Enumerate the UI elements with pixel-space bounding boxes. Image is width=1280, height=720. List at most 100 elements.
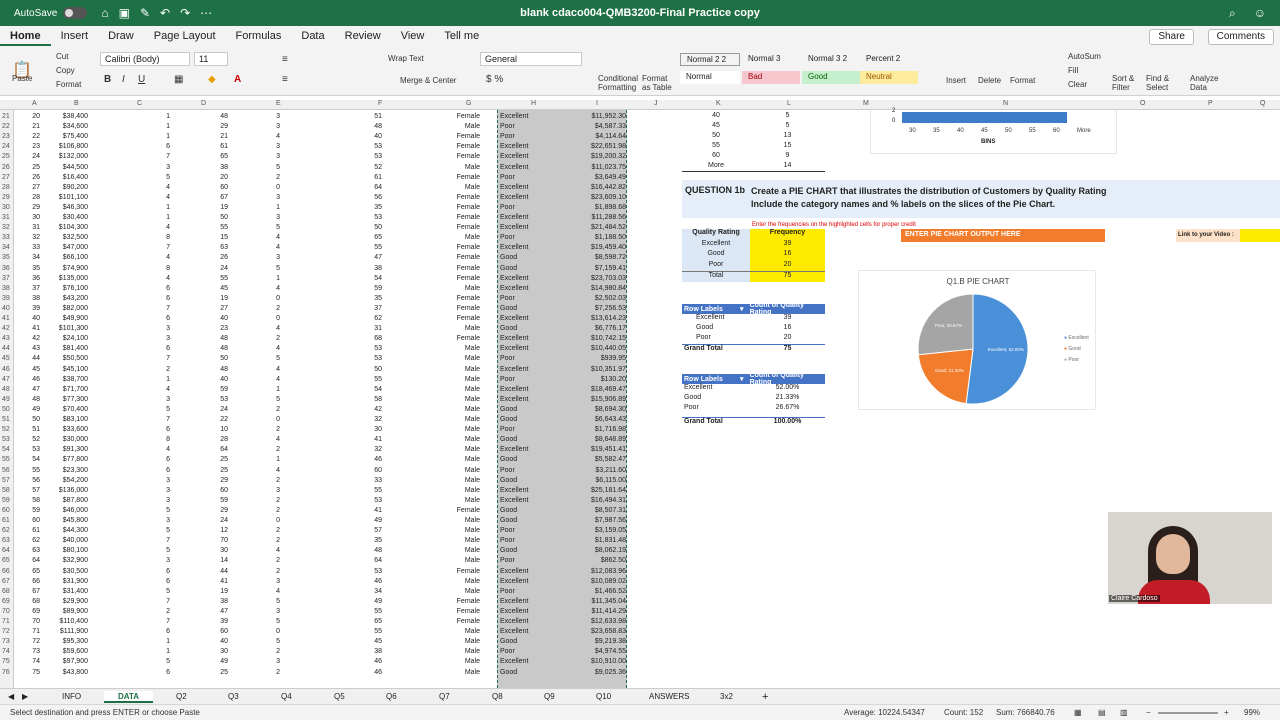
- cell[interactable]: $22,651.98: [560, 142, 626, 152]
- cell[interactable]: $43,800: [40, 668, 88, 678]
- cell[interactable]: $16,400: [40, 173, 88, 183]
- cell[interactable]: Good: [500, 506, 560, 516]
- cell[interactable]: Male: [440, 284, 480, 294]
- cell[interactable]: 48: [18, 395, 40, 405]
- cell[interactable]: 1: [270, 385, 280, 395]
- cell[interactable]: 2: [270, 647, 280, 657]
- table-row[interactable]: 61 60 $45,800 3 24 0 49 Male Good $7,987.56: [0, 516, 630, 526]
- cell[interactable]: 45: [18, 365, 40, 375]
- cell[interactable]: $97,900: [40, 657, 88, 667]
- cell[interactable]: 39: [210, 617, 228, 627]
- cell[interactable]: 65: [370, 617, 382, 627]
- cell[interactable]: 0: [270, 183, 280, 193]
- cell[interactable]: 41: [210, 577, 228, 587]
- cell[interactable]: $13,614.23: [560, 314, 626, 324]
- cell[interactable]: 5: [160, 405, 170, 415]
- cell[interactable]: 3: [270, 253, 280, 263]
- cell[interactable]: $11,023.75: [560, 163, 626, 173]
- cell[interactable]: Male: [440, 163, 480, 173]
- cell[interactable]: $54,200: [40, 476, 88, 486]
- cell[interactable]: 64: [18, 556, 40, 566]
- cell[interactable]: 65: [210, 152, 228, 162]
- cell[interactable]: $46,300: [40, 203, 88, 213]
- cell[interactable]: $3,649.49: [560, 173, 626, 183]
- tab-tell-me[interactable]: Tell me: [434, 26, 489, 46]
- style-bad[interactable]: Bad: [742, 71, 800, 84]
- cell[interactable]: $30,500: [40, 567, 88, 577]
- table-row[interactable]: 70 69 $89,900 2 47 3 55 Female Excellent $11,414.…: [0, 607, 630, 617]
- font-name-select[interactable]: Calibri (Body): [100, 52, 190, 66]
- sheet-tab-q9[interactable]: Q9: [544, 691, 555, 703]
- cell[interactable]: 21: [18, 122, 40, 132]
- cell[interactable]: $19,200.32: [560, 152, 626, 162]
- table-row[interactable]: 75 74 $97,900 5 49 3 46 Male Excellent $10,910.00: [0, 657, 630, 667]
- cell[interactable]: $43,200: [40, 294, 88, 304]
- cell[interactable]: 3: [160, 476, 170, 486]
- cell[interactable]: Female: [440, 112, 480, 122]
- cell[interactable]: 4: [270, 284, 280, 294]
- cell[interactable]: $106,800: [40, 142, 88, 152]
- cell[interactable]: Male: [440, 405, 480, 415]
- cell[interactable]: $2,502.03: [560, 294, 626, 304]
- cell[interactable]: $1,831.48: [560, 536, 626, 546]
- cell[interactable]: Poor: [500, 425, 560, 435]
- cell[interactable]: Female: [440, 142, 480, 152]
- cell[interactable]: 4: [160, 183, 170, 193]
- cell[interactable]: $81,400: [40, 344, 88, 354]
- cell[interactable]: 48: [210, 334, 228, 344]
- cell[interactable]: 4: [270, 587, 280, 597]
- cell[interactable]: $50,500: [40, 354, 88, 364]
- table-row[interactable]: 47 46 $38,700 1 40 4 55 Male Poor $130.20: [0, 375, 630, 385]
- cell[interactable]: 55: [370, 627, 382, 637]
- cell[interactable]: Excellent: [500, 112, 560, 122]
- cell[interactable]: 2: [270, 334, 280, 344]
- table-row[interactable]: 31 30 $30,400 1 50 3 53 Female Excellent $11,288.…: [0, 213, 630, 223]
- cell[interactable]: $1,188.50: [560, 233, 626, 243]
- cell[interactable]: 5: [270, 223, 280, 233]
- cell[interactable]: 2: [270, 536, 280, 546]
- column-header[interactable]: K: [716, 100, 721, 107]
- borders-icon[interactable]: ▦: [174, 74, 183, 85]
- cell[interactable]: 7: [160, 536, 170, 546]
- cell[interactable]: 5: [160, 526, 170, 536]
- cell[interactable]: 2: [270, 445, 280, 455]
- cell[interactable]: 25: [210, 455, 228, 465]
- cell[interactable]: 28: [210, 435, 228, 445]
- autosave-toggle[interactable]: [63, 7, 88, 19]
- currency-icon[interactable]: $ %: [486, 74, 503, 85]
- cell[interactable]: 3: [270, 213, 280, 223]
- bins-cell[interactable]: More: [682, 162, 750, 171]
- cell[interactable]: 31: [370, 324, 382, 334]
- cell[interactable]: $38,700: [40, 375, 88, 385]
- cell[interactable]: 55: [18, 466, 40, 476]
- clear-button[interactable]: Clear: [1068, 80, 1087, 89]
- align-left-icon[interactable]: ≡: [282, 74, 288, 85]
- page-break-icon[interactable]: ▥: [1120, 708, 1128, 717]
- cell[interactable]: Female: [440, 294, 480, 304]
- cell[interactable]: 1: [160, 213, 170, 223]
- cell[interactable]: 6: [160, 344, 170, 354]
- cell[interactable]: 56: [18, 476, 40, 486]
- cell[interactable]: 53: [370, 567, 382, 577]
- column-header[interactable]: E: [276, 100, 281, 107]
- table-row[interactable]: 62 61 $44,300 5 12 2 57 Male Poor $3,159.05: [0, 526, 630, 536]
- cell[interactable]: $104,300: [40, 223, 88, 233]
- cell[interactable]: 61: [210, 142, 228, 152]
- cell[interactable]: $101,300: [40, 324, 88, 334]
- zoom-slider[interactable]: [1158, 712, 1218, 714]
- table-row[interactable]: 48 47 $71,700 4 59 1 54 Male Excellent $18,469.47: [0, 385, 630, 395]
- cell[interactable]: 41: [18, 324, 40, 334]
- cell[interactable]: 4: [270, 132, 280, 142]
- cell[interactable]: 1: [270, 203, 280, 213]
- cell[interactable]: 25: [18, 163, 40, 173]
- cell[interactable]: $32,500: [40, 233, 88, 243]
- cell[interactable]: 65: [18, 567, 40, 577]
- cell[interactable]: Good: [500, 253, 560, 263]
- cell[interactable]: 2: [270, 496, 280, 506]
- cell[interactable]: 7: [160, 152, 170, 162]
- zoom-out-icon[interactable]: −: [1146, 708, 1151, 717]
- italic-button[interactable]: I: [122, 74, 125, 85]
- table-row[interactable]: 46 45 $45,100 2 48 4 50 Male Excellent $10,351.97: [0, 365, 630, 375]
- table-row[interactable]: 29 28 $101,100 4 67 3 56 Female Excellent $23,609…: [0, 193, 630, 203]
- cell[interactable]: $4,974.55: [560, 647, 626, 657]
